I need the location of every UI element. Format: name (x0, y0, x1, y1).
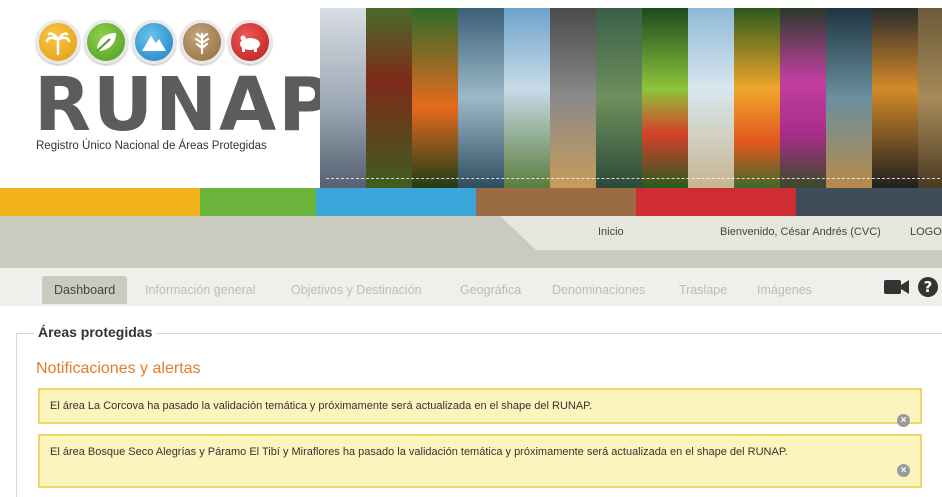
page: { "header": { "brand": "RUNAP", "subtitl… (0, 0, 942, 497)
banner-frame-line (326, 178, 940, 179)
logout-link[interactable]: LOGOU (910, 226, 942, 238)
tab-dashboard[interactable]: Dashboard (42, 276, 128, 304)
welcome-text: Bienvenido, César Andrés (CVC) (720, 226, 881, 238)
nature-banner (320, 8, 942, 188)
video-camera-icon[interactable] (884, 278, 910, 296)
mountain-icon (132, 20, 176, 64)
alert-item: El área Bosque Seco Alegrías y Páramo El… (38, 434, 922, 488)
notifications-title: Notificaciones y alertas (36, 360, 201, 377)
brand-name: RUNAP (34, 62, 335, 148)
tab-geografica[interactable]: Geográfica (460, 276, 521, 304)
tab-traslape[interactable]: Traslape (679, 276, 727, 304)
alert-text: El área Bosque Seco Alegrías y Páramo El… (50, 446, 788, 458)
leaf-icon (84, 20, 128, 64)
home-link[interactable]: Inicio (598, 226, 624, 238)
tab-denominaciones[interactable]: Denominaciones (552, 276, 645, 304)
tab-objetivos-destinacion[interactable]: Objetivos y Destinación (291, 276, 422, 304)
tab-informacion-general[interactable]: Información general (145, 276, 255, 304)
color-bar (0, 188, 942, 216)
palm-tree-icon (36, 20, 80, 64)
tab-imagenes[interactable]: Imágenes (757, 276, 812, 304)
brand-subtitle: Registro Único Nacional de Áreas Protegi… (36, 140, 267, 152)
wheat-icon (180, 20, 224, 64)
close-icon[interactable]: × (897, 464, 910, 477)
help-icon[interactable]: ? (918, 277, 938, 297)
toolbar-icons: ? (884, 276, 938, 298)
header: RUNAP Registro Único Nacional de Áreas P… (0, 0, 942, 188)
alert-item: El área La Corcova ha pasado la validaci… (38, 388, 922, 427)
section-title: Áreas protegidas (34, 324, 157, 340)
close-icon[interactable]: × (897, 414, 910, 427)
bear-icon (228, 20, 272, 64)
alert-text: El área La Corcova ha pasado la validaci… (50, 400, 593, 412)
runap-logo[interactable]: RUNAP Registro Único Nacional de Áreas P… (28, 14, 333, 184)
